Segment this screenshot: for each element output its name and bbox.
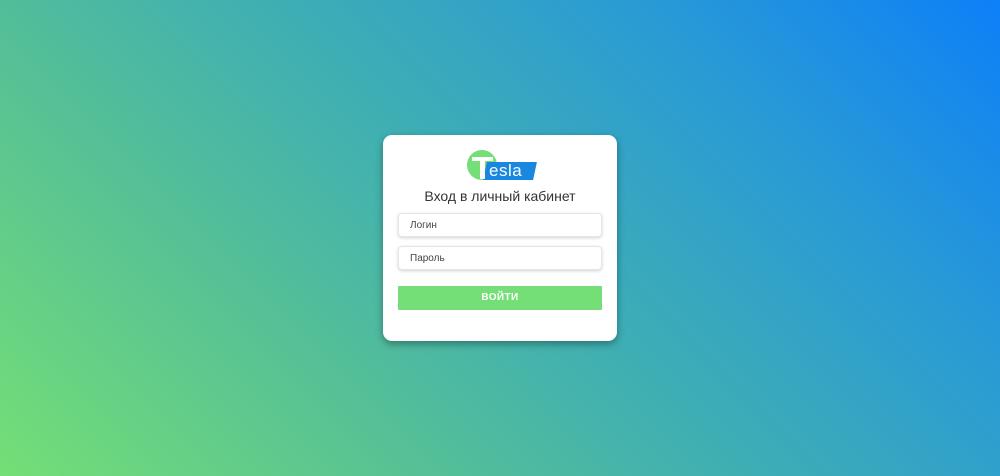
login-button[interactable]: ВОЙТИ [398,286,602,310]
login-input[interactable] [398,213,602,237]
password-input[interactable] [398,246,602,270]
logo-letter-t [472,157,494,179]
page-title: Вход в личный кабинет [424,188,576,204]
login-card: esla Вход в личный кабинет ВОЙТИ [383,135,617,341]
tesla-logo-icon: esla [467,150,537,182]
